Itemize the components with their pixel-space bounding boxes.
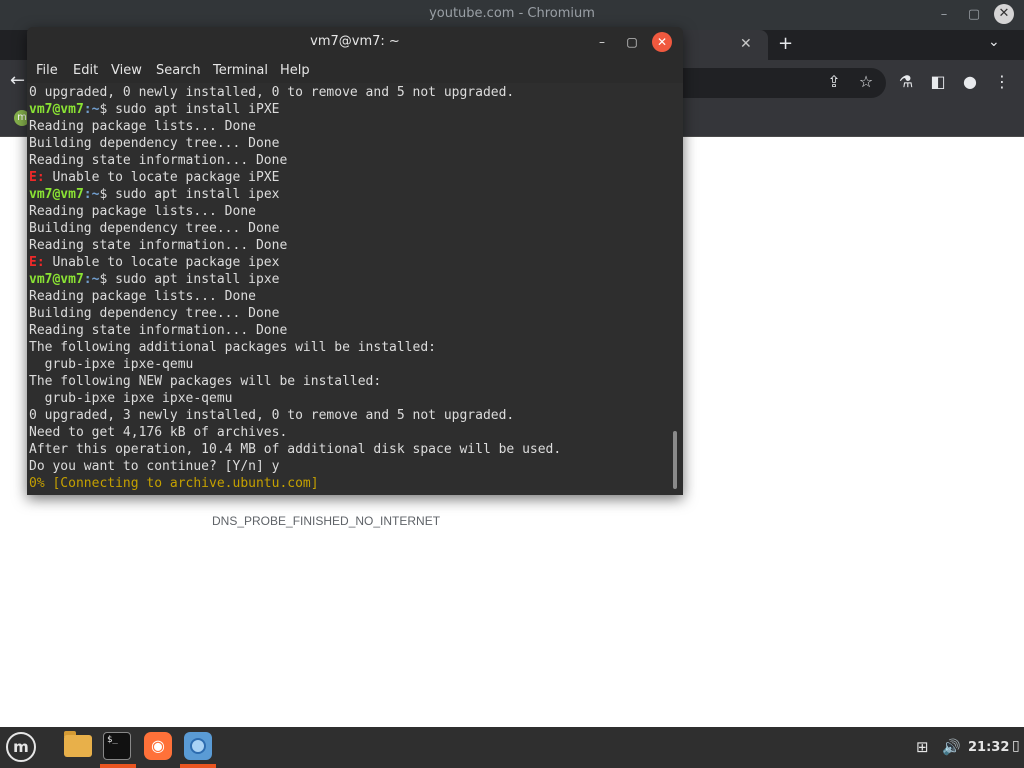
more-menu-icon[interactable]: ⋮ — [992, 72, 1012, 91]
menu-edit[interactable]: Edit — [73, 63, 98, 78]
side-panel-icon[interactable]: ◧ — [928, 72, 948, 91]
labs-icon[interactable]: ⚗ — [896, 72, 916, 91]
output-text: 0 upgraded, 0 newly installed, 0 to remo… — [29, 85, 515, 100]
command-text: sudo apt install iPXE — [115, 102, 280, 117]
chromium-maximize-button[interactable]: ▢ — [964, 5, 984, 25]
output-text: 0 upgraded, 3 newly installed, 0 to remo… — [29, 408, 515, 423]
tab-search-icon[interactable]: ⌄ — [988, 34, 1000, 50]
bookmark-star-icon[interactable]: ☆ — [856, 72, 876, 91]
output-text: Building dependency tree... Done — [29, 136, 280, 151]
output-text: Need to get 4,176 kB of archives. — [29, 425, 288, 440]
prompt-path: :~ — [83, 102, 100, 117]
terminal-scrollbar-thumb[interactable] — [673, 431, 677, 489]
terminal-taskbar-icon[interactable]: $_ — [103, 732, 131, 760]
command-text: sudo apt install ipxe — [115, 272, 280, 287]
terminal-line: Building dependency tree... Done — [29, 135, 669, 152]
prompt-symbol: $ — [99, 272, 116, 287]
files-folder-icon[interactable] — [64, 735, 92, 757]
terminal-line: Building dependency tree... Done — [29, 220, 669, 237]
volume-icon[interactable]: 🔊 — [942, 738, 961, 756]
prompt-path: :~ — [83, 187, 100, 202]
download-progress: 0% [Connecting to archive.ubuntu.com] — [29, 476, 319, 491]
terminal-window[interactable]: vm7@vm7: ~ – ▢ ✕ File Edit View Search T… — [27, 27, 683, 495]
error-message: Unable to locate package ipex — [44, 255, 280, 270]
chromium-window-title: youtube.com - Chromium — [429, 6, 595, 21]
terminal-line: Reading package lists... Done — [29, 203, 669, 220]
firefox-icon[interactable]: ◉ — [144, 732, 172, 760]
network-icon[interactable]: ⊞ — [916, 738, 929, 756]
terminal-line: 0% [Connecting to archive.ubuntu.com] — [29, 475, 669, 492]
error-prefix: E: — [29, 255, 45, 270]
menu-search[interactable]: Search — [156, 63, 201, 78]
terminal-title: vm7@vm7: ~ — [310, 34, 400, 49]
terminal-line: Need to get 4,176 kB of archives. — [29, 424, 669, 441]
prompt-user: vm7@vm7 — [29, 272, 84, 287]
terminal-output[interactable]: 0 upgraded, 0 newly installed, 0 to remo… — [29, 84, 669, 494]
back-button[interactable]: ← — [10, 70, 25, 91]
clock[interactable]: 21:32 — [968, 740, 1009, 755]
menu-help[interactable]: Help — [280, 63, 310, 78]
terminal-line: Reading package lists... Done — [29, 118, 669, 135]
prompt-symbol: $ — [99, 102, 116, 117]
terminal-line: Reading state information... Done — [29, 237, 669, 254]
terminal-maximize-button[interactable]: ▢ — [622, 32, 642, 52]
error-prefix: E: — [29, 170, 45, 185]
terminal-line: vm7@vm7:~$ sudo apt install iPXE — [29, 101, 669, 118]
terminal-line: The following additional packages will b… — [29, 339, 669, 356]
terminal-line: Reading state information... Done — [29, 322, 669, 339]
menu-view[interactable]: View — [111, 63, 142, 78]
terminal-line: vm7@vm7:~$ sudo apt install ipex — [29, 186, 669, 203]
output-text: The following NEW packages will be insta… — [29, 374, 382, 389]
show-desktop-icon[interactable]: ▯ — [1012, 738, 1020, 754]
terminal-close-button[interactable]: ✕ — [652, 32, 672, 52]
terminal-line: grub-ipxe ipxe ipxe-qemu — [29, 390, 669, 407]
chromium-active-indicator — [180, 764, 216, 768]
chromium-minimize-button[interactable]: – — [934, 5, 954, 25]
terminal-line: grub-ipxe ipxe-qemu — [29, 356, 669, 373]
terminal-line: vm7@vm7:~$ sudo apt install ipxe — [29, 271, 669, 288]
prompt-path: :~ — [83, 272, 100, 287]
command-text: sudo apt install ipex — [115, 187, 280, 202]
share-icon[interactable]: ⇪ — [824, 72, 844, 91]
menu-terminal[interactable]: Terminal — [213, 63, 268, 78]
prompt-symbol: $ — [99, 187, 116, 202]
terminal-line: E: Unable to locate package iPXE — [29, 169, 669, 186]
output-text: Reading package lists... Done — [29, 289, 256, 304]
output-text: Do you want to continue? [Y/n] y — [29, 459, 280, 474]
error-code: DNS_PROBE_FINISHED_NO_INTERNET — [212, 514, 441, 528]
terminal-line: Reading package lists... Done — [29, 288, 669, 305]
terminal-minimize-button[interactable]: – — [592, 32, 612, 52]
output-text: Reading state information... Done — [29, 153, 288, 168]
output-text: The following additional packages will b… — [29, 340, 436, 355]
terminal-line: Do you want to continue? [Y/n] y — [29, 458, 669, 475]
terminal-line: 0 upgraded, 0 newly installed, 0 to remo… — [29, 84, 669, 101]
output-text: Building dependency tree... Done — [29, 221, 280, 236]
output-text: Reading package lists... Done — [29, 204, 256, 219]
menu-file[interactable]: File — [36, 63, 58, 78]
chromium-logo-icon — [190, 738, 206, 754]
terminal-line: After this operation, 10.4 MB of additio… — [29, 441, 669, 458]
output-text: After this operation, 10.4 MB of additio… — [29, 442, 562, 457]
output-text: Reading state information... Done — [29, 323, 288, 338]
error-message: Unable to locate package iPXE — [44, 170, 280, 185]
terminal-line: E: Unable to locate package ipex — [29, 254, 669, 271]
terminal-active-indicator — [100, 764, 136, 768]
mint-menu-button[interactable]: m — [6, 732, 36, 762]
terminal-line: 0 upgraded, 3 newly installed, 0 to remo… — [29, 407, 669, 424]
profile-icon[interactable]: ● — [960, 72, 980, 91]
output-text: grub-ipxe ipxe ipxe-qemu — [29, 391, 233, 406]
output-text: Building dependency tree... Done — [29, 306, 280, 321]
output-text: grub-ipxe ipxe-qemu — [29, 357, 194, 372]
prompt-user: vm7@vm7 — [29, 187, 84, 202]
terminal-line: The following NEW packages will be insta… — [29, 373, 669, 390]
output-text: Reading package lists... Done — [29, 119, 256, 134]
chromium-close-button[interactable]: ✕ — [994, 4, 1014, 24]
output-text: Reading state information... Done — [29, 238, 288, 253]
prompt-user: vm7@vm7 — [29, 102, 84, 117]
new-tab-button[interactable]: + — [778, 33, 793, 54]
terminal-line: Building dependency tree... Done — [29, 305, 669, 322]
tab-close-icon[interactable]: ✕ — [740, 36, 752, 52]
terminal-line: Reading state information... Done — [29, 152, 669, 169]
